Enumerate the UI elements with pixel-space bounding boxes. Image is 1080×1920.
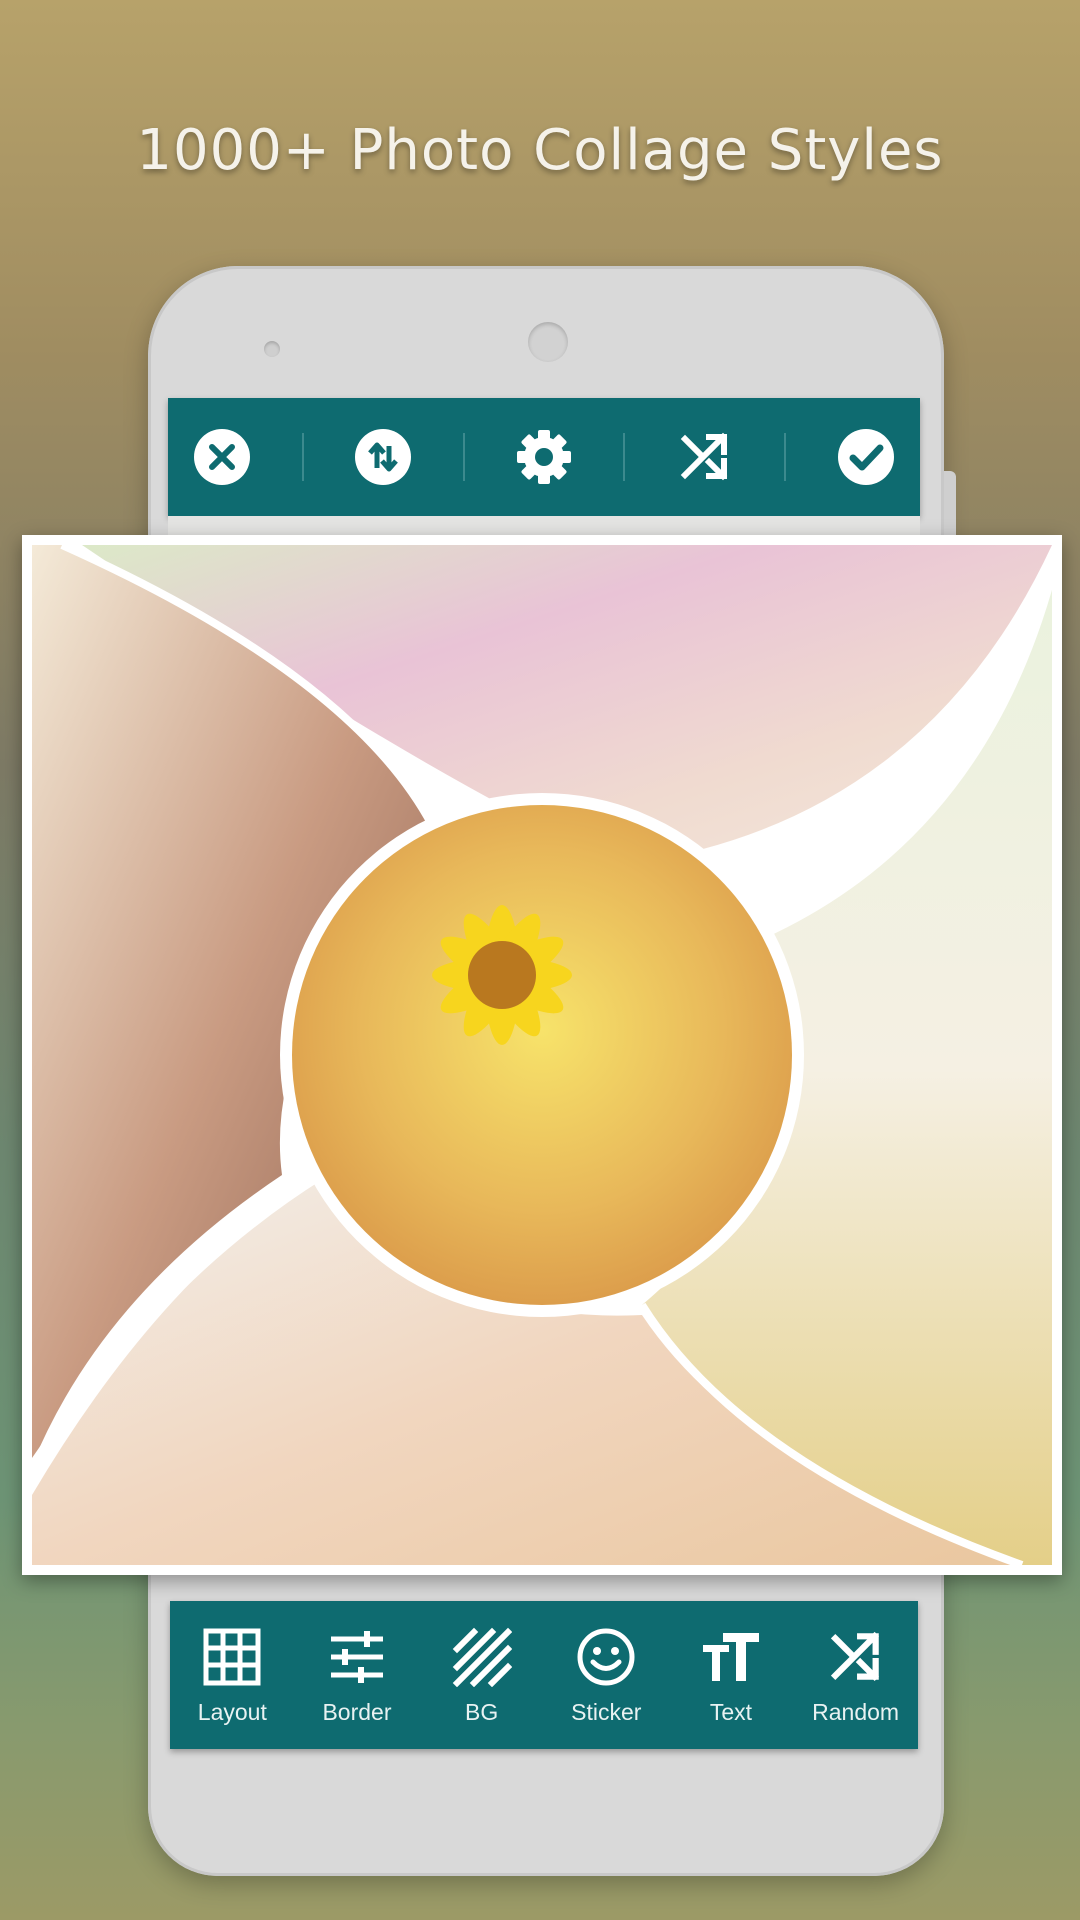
tool-label: Sticker <box>571 1698 642 1725</box>
toolbar-separator <box>462 433 465 481</box>
swap-vertical-icon <box>355 429 412 485</box>
photo-collage <box>22 535 1062 1575</box>
tool-label: Layout <box>197 1698 267 1725</box>
confirm-button[interactable] <box>837 428 895 486</box>
earpiece-speaker <box>528 322 568 362</box>
photo-girl-sunflower[interactable] <box>292 805 792 1305</box>
close-circle-icon <box>194 429 251 485</box>
tool-random[interactable]: Random <box>796 1625 916 1726</box>
toolbar-separator <box>301 433 304 481</box>
shuffle-icon <box>830 1631 879 1681</box>
tool-text[interactable]: Text <box>671 1625 791 1726</box>
front-camera <box>264 341 280 357</box>
tool-label: BG <box>465 1698 499 1725</box>
grid-icon <box>203 1628 261 1685</box>
check-circle-icon <box>837 429 894 485</box>
tool-label: Random <box>812 1698 900 1725</box>
gear-icon <box>516 430 571 484</box>
shuffle-icon <box>680 432 728 481</box>
close-button[interactable] <box>193 428 251 486</box>
tool-bg[interactable]: BG <box>422 1625 542 1726</box>
tool-sticker[interactable]: Sticker <box>546 1625 666 1726</box>
smiley-icon <box>577 1628 635 1685</box>
shuffle-button[interactable] <box>676 428 734 486</box>
swap-button[interactable] <box>354 428 412 486</box>
tool-layout[interactable]: Layout <box>172 1625 292 1726</box>
stripes-icon <box>452 1627 512 1687</box>
text-size-icon <box>702 1632 759 1681</box>
top-toolbar <box>168 398 920 516</box>
sliders-icon <box>330 1630 383 1683</box>
toolbar-separator <box>784 433 787 481</box>
tool-label: Border <box>322 1698 392 1725</box>
toolbar-separator <box>623 433 626 481</box>
bottom-toolbar: Layout Border BG Sticker Text Random <box>170 1601 918 1749</box>
tool-label: Text <box>709 1698 753 1725</box>
headline: 1000+ Photo Collage Styles <box>136 118 944 183</box>
settings-button[interactable] <box>515 428 573 486</box>
tool-border[interactable]: Border <box>297 1625 417 1726</box>
